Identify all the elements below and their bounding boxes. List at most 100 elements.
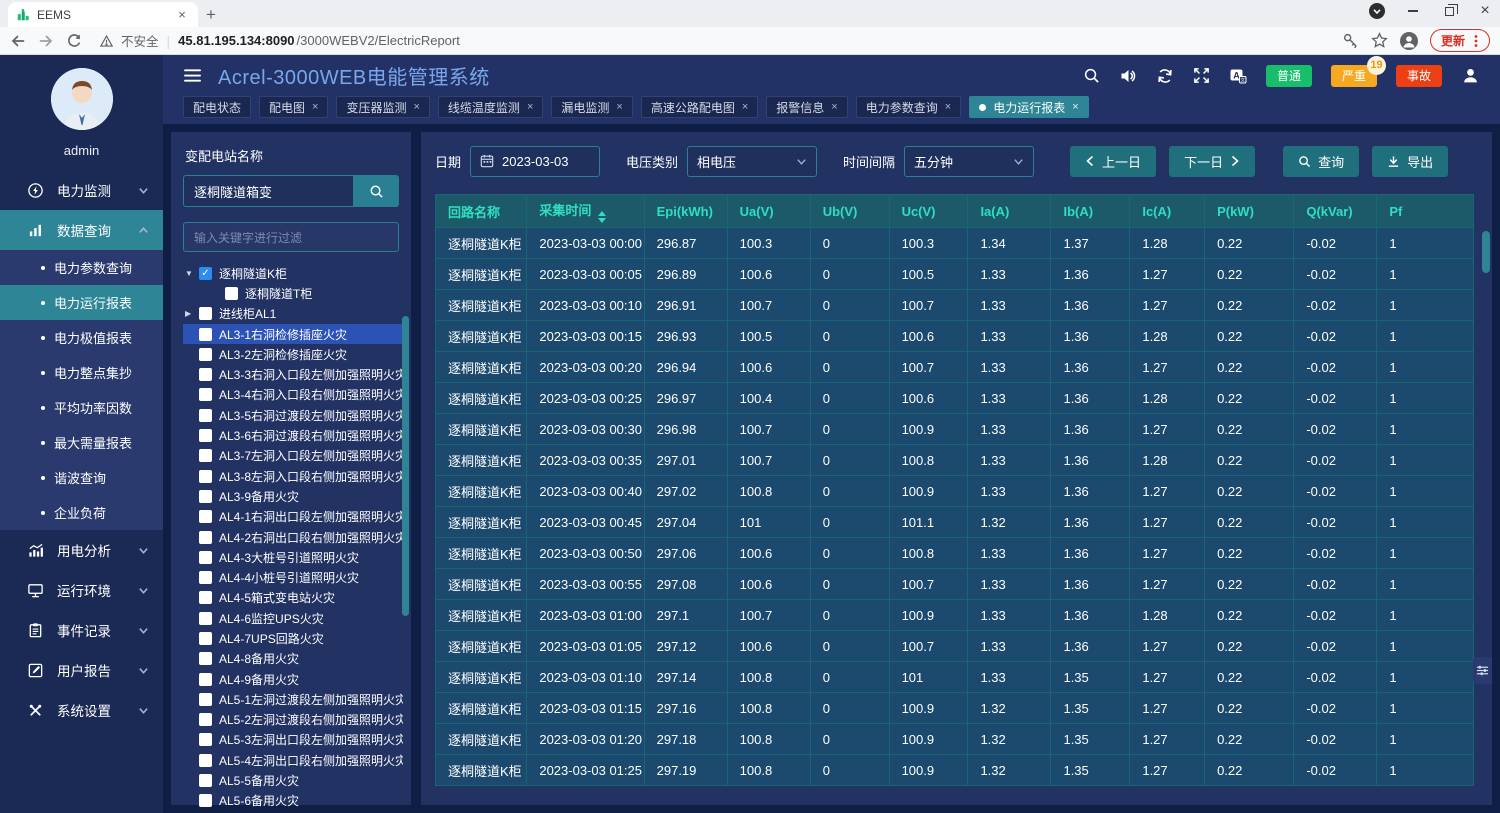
checkbox-unchecked[interactable] xyxy=(199,307,212,320)
tab-search-icon[interactable] xyxy=(1368,2,1386,20)
tab-close-icon[interactable]: × xyxy=(616,101,622,113)
tree-item[interactable]: AL4-2右洞出口段右侧加强照明火灾 xyxy=(183,527,403,547)
sidebar-subitem-最大需量报表[interactable]: 最大需量报表 xyxy=(0,425,163,460)
tree-item[interactable]: AL4-6监控UPS火灾 xyxy=(183,608,403,628)
sidebar-item-系统设置[interactable]: 系统设置 xyxy=(0,690,163,730)
tree-item[interactable]: AL5-5备用火灾 xyxy=(183,770,403,790)
alarm-severe-button[interactable]: 严重 19 xyxy=(1331,65,1377,87)
station-search-button[interactable] xyxy=(353,175,399,207)
kebab-menu-icon[interactable] xyxy=(1469,34,1483,48)
tab-电力运行报表[interactable]: 电力运行报表× xyxy=(969,96,1088,118)
restore-button[interactable] xyxy=(1440,2,1458,20)
tab-配电状态[interactable]: 配电状态 xyxy=(183,96,251,118)
tree-item[interactable]: AL5-4左洞出口段右侧加强照明火灾 xyxy=(183,750,403,770)
checkbox-unchecked[interactable] xyxy=(199,510,212,523)
tree-item[interactable]: AL4-9备用火灾 xyxy=(183,669,403,689)
sidebar-subitem-谐波查询[interactable]: 谐波查询 xyxy=(0,460,163,495)
checkbox-unchecked[interactable] xyxy=(199,693,212,706)
caret-down-icon[interactable]: ▼ xyxy=(185,269,199,278)
tab-高速公路配电图[interactable]: 高速公路配电图× xyxy=(641,96,758,118)
sidebar-item-运行环境[interactable]: 运行环境 xyxy=(0,570,163,610)
tree-item[interactable]: AL3-4右洞入口段右侧加强照明火灾 xyxy=(183,385,403,405)
checkbox-unchecked[interactable] xyxy=(199,673,212,686)
checkbox-unchecked[interactable] xyxy=(199,368,212,381)
sidebar-item-用户报告[interactable]: 用户报告 xyxy=(0,650,163,690)
back-icon[interactable] xyxy=(10,33,26,49)
tab-close-icon[interactable]: × xyxy=(1072,101,1078,113)
bookmark-star-icon[interactable] xyxy=(1371,32,1388,49)
forward-icon[interactable] xyxy=(38,33,54,49)
refresh-icon[interactable] xyxy=(66,33,82,49)
checkbox-unchecked[interactable] xyxy=(199,551,212,564)
hamburger-menu-icon[interactable] xyxy=(183,68,202,83)
tab-close-icon[interactable]: × xyxy=(413,101,419,113)
tree-item[interactable]: AL3-7左洞入口段左侧加强照明火灾 xyxy=(183,446,403,466)
caret-right-icon[interactable]: ▶ xyxy=(185,309,199,318)
tree-scrollbar-thumb[interactable] xyxy=(402,316,409,616)
fullscreen-icon[interactable] xyxy=(1193,67,1210,84)
station-search-input[interactable]: 逐桐隧道箱变 xyxy=(183,175,353,207)
table-scrollbar-thumb[interactable] xyxy=(1482,231,1490,273)
sync-icon[interactable] xyxy=(1156,67,1174,85)
tab-close-icon[interactable]: × xyxy=(174,7,190,22)
sidebar-subitem-电力运行报表[interactable]: 电力运行报表 xyxy=(0,285,163,320)
checkbox-checked[interactable]: ✓ xyxy=(199,267,212,280)
checkbox-unchecked[interactable] xyxy=(199,409,212,422)
browser-update-button[interactable]: 更新 xyxy=(1430,29,1490,52)
tab-close-icon[interactable]: × xyxy=(742,101,748,113)
checkbox-unchecked[interactable] xyxy=(199,348,212,361)
search-icon[interactable] xyxy=(1083,67,1100,84)
checkbox-unchecked[interactable] xyxy=(199,794,212,807)
checkbox-unchecked[interactable] xyxy=(199,328,212,341)
tab-报警信息[interactable]: 报警信息× xyxy=(766,96,847,118)
checkbox-unchecked[interactable] xyxy=(199,470,212,483)
tree-item[interactable]: AL3-5右洞过渡段左侧加强照明火灾 xyxy=(183,405,403,425)
checkbox-unchecked[interactable] xyxy=(199,429,212,442)
checkbox-unchecked[interactable] xyxy=(225,287,238,300)
sidebar-subitem-电力极值报表[interactable]: 电力极值报表 xyxy=(0,320,163,355)
settings-drawer-handle[interactable] xyxy=(1473,657,1492,684)
interval-select[interactable]: 五分钟 xyxy=(904,146,1034,177)
sidebar-item-数据查询[interactable]: 数据查询 xyxy=(0,210,163,250)
export-button[interactable]: 导出 xyxy=(1372,146,1448,177)
alarm-normal-button[interactable]: 普通 xyxy=(1266,65,1312,87)
checkbox-unchecked[interactable] xyxy=(199,632,212,645)
tree-item[interactable]: ▶进线柜AL1 xyxy=(183,304,403,324)
checkbox-unchecked[interactable] xyxy=(199,652,212,665)
new-tab-button[interactable]: + xyxy=(198,2,224,27)
tab-close-icon[interactable]: × xyxy=(527,101,533,113)
tree-item[interactable]: AL4-8备用火灾 xyxy=(183,649,403,669)
sidebar-subitem-平均功率因数[interactable]: 平均功率因数 xyxy=(0,390,163,425)
tree-item[interactable]: AL3-2左洞检修插座火灾 xyxy=(183,344,403,364)
tree-item[interactable]: AL4-5箱式变电站火灾 xyxy=(183,588,403,608)
query-button[interactable]: 查询 xyxy=(1283,146,1359,177)
voltage-type-select[interactable]: 相电压 xyxy=(687,146,817,177)
tab-漏电监测[interactable]: 漏电监测× xyxy=(551,96,632,118)
tab-close-icon[interactable]: × xyxy=(312,101,318,113)
sidebar-item-电力监测[interactable]: 电力监测 xyxy=(0,170,163,210)
tree-filter-input[interactable]: 输入关键字进行过滤 xyxy=(183,222,399,252)
checkbox-unchecked[interactable] xyxy=(199,733,212,746)
key-icon[interactable] xyxy=(1342,32,1359,49)
next-day-button[interactable]: 下一日 xyxy=(1169,146,1255,177)
tab-close-icon[interactable]: × xyxy=(945,101,951,113)
sidebar-item-事件记录[interactable]: 事件记录 xyxy=(0,610,163,650)
tree-item[interactable]: AL5-1左洞过渡段左侧加强照明火灾 xyxy=(183,689,403,709)
column-header-采集时间[interactable]: 采集时间 xyxy=(527,195,644,228)
tab-配电图[interactable]: 配电图× xyxy=(259,96,328,118)
tab-close-icon[interactable]: × xyxy=(831,101,837,113)
tree-item[interactable]: AL5-3左洞出口段左侧加强照明火灾 xyxy=(183,730,403,750)
tree-item[interactable]: AL3-9备用火灾 xyxy=(183,486,403,506)
checkbox-unchecked[interactable] xyxy=(199,774,212,787)
translate-icon[interactable]: A文 xyxy=(1229,67,1247,85)
checkbox-unchecked[interactable] xyxy=(199,713,212,726)
tab-线缆温度监测[interactable]: 线缆温度监测× xyxy=(438,96,543,118)
checkbox-unchecked[interactable] xyxy=(199,754,212,767)
tab-变压器监测[interactable]: 变压器监测× xyxy=(336,96,429,118)
speaker-icon[interactable] xyxy=(1119,67,1137,85)
address-bar[interactable]: 不安全 | 45.81.195.134:8090/3000WEBV2/Elect… xyxy=(92,31,1332,50)
tree-item[interactable]: AL5-2左洞过渡段右侧加强照明火灾 xyxy=(183,710,403,730)
close-button[interactable]: × xyxy=(1476,2,1494,20)
sidebar-subitem-电力整点集抄[interactable]: 电力整点集抄 xyxy=(0,355,163,390)
alarm-accident-button[interactable]: 事故 xyxy=(1396,65,1442,87)
